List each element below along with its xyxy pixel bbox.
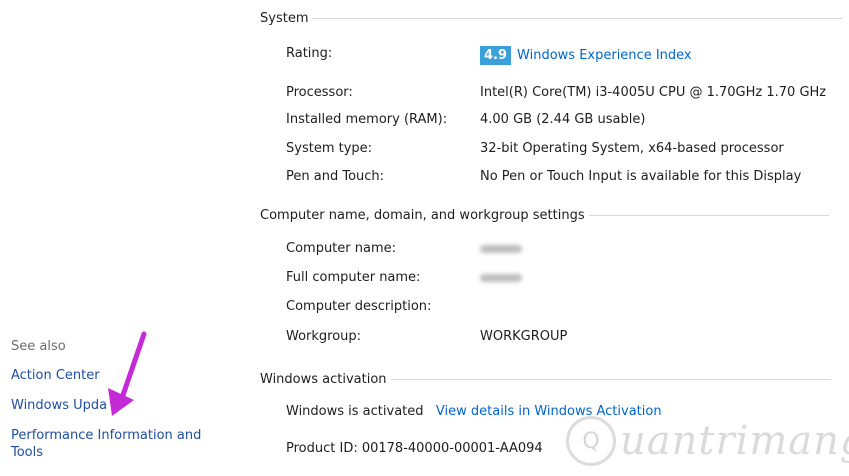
computer-name-value [480, 241, 522, 256]
section-divider [588, 215, 829, 216]
computer-name-label: Computer name: [286, 241, 397, 256]
see-also-heading: See also [11, 339, 66, 354]
product-id: Product ID: 00178-40000-00001-AA094 [286, 441, 543, 456]
section-divider [312, 18, 843, 19]
activation-section-title: Windows activation [260, 372, 831, 387]
rating-label: Rating: [286, 46, 333, 61]
pen-touch-value: No Pen or Touch Input is available for t… [480, 169, 802, 184]
workgroup-label: Workgroup: [286, 329, 362, 344]
watermark-circle-icon: Q [566, 416, 616, 466]
system-type-value: 32-bit Operating System, x64-based proce… [480, 141, 784, 156]
workgroup-value: WORKGROUP [480, 329, 568, 344]
rating-value: 4.9 Windows Experience Index [480, 46, 692, 65]
full-computer-name-value [480, 270, 522, 285]
action-center-link[interactable]: Action Center [11, 367, 100, 384]
pen-touch-label: Pen and Touch: [286, 169, 385, 184]
section-divider [390, 379, 831, 380]
processor-value: Intel(R) Core(TM) i3-4005U CPU @ 1.70GHz… [480, 85, 827, 100]
redacted-value [480, 273, 522, 282]
full-computer-name-label: Full computer name: [286, 270, 421, 285]
redacted-value [480, 244, 522, 253]
arrow-pointing-icon [108, 331, 147, 416]
memory-value: 4.00 GB (2.44 GB usable) [480, 112, 646, 127]
performance-tools-link[interactable]: Performance Information and Tools [11, 427, 231, 461]
activation-status: Windows is activated [286, 404, 424, 419]
computer-section-title: Computer name, domain, and workgroup set… [260, 208, 829, 223]
system-type-label: System type: [286, 141, 373, 156]
windows-update-link[interactable]: Windows Upda [11, 397, 107, 414]
rating-score-badge: 4.9 [480, 46, 512, 65]
windows-experience-index-link[interactable]: Windows Experience Index [517, 48, 692, 63]
watermark-text: uantrimang [620, 418, 849, 464]
watermark-logo: Q uantrimang [566, 416, 849, 466]
memory-label: Installed memory (RAM): [286, 112, 448, 127]
system-section-title: System [260, 11, 843, 26]
computer-description-label: Computer description: [286, 299, 432, 314]
processor-label: Processor: [286, 85, 353, 100]
